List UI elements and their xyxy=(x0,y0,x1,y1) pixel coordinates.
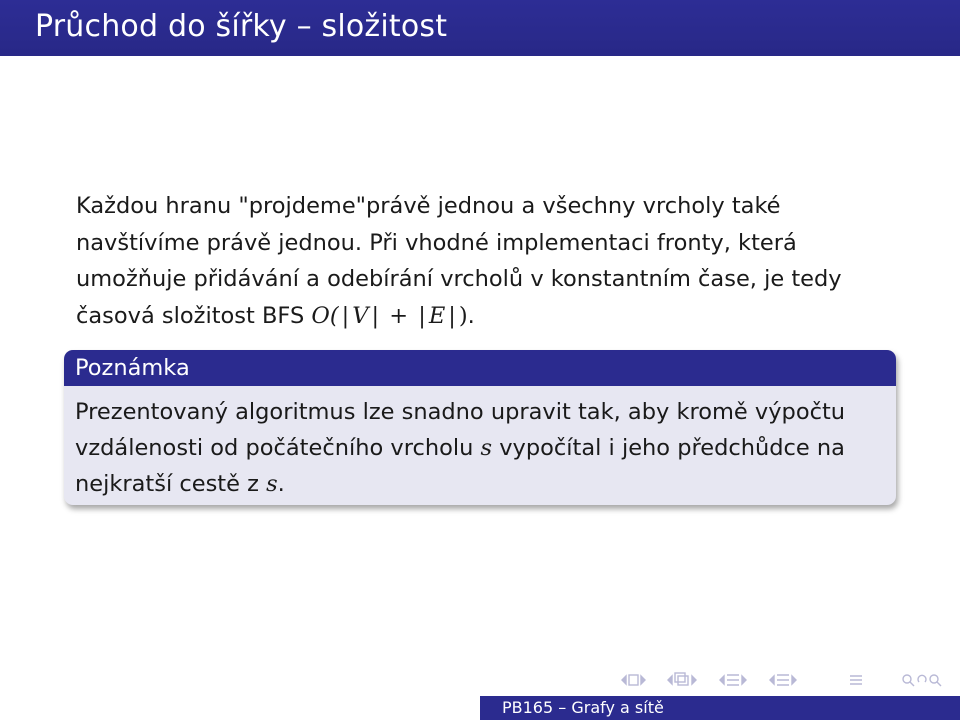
nav-align-icon[interactable] xyxy=(850,675,862,685)
note-block: Poznámka Prezentovaný algoritmus lze sna… xyxy=(64,350,896,505)
nav-search-icon[interactable] xyxy=(902,674,942,687)
nav-slide-icon[interactable] xyxy=(621,674,646,686)
frame-title: Průchod do šířky – složitost xyxy=(35,9,448,44)
nav-frame-icon[interactable] xyxy=(667,672,697,686)
navigation-symbols[interactable] xyxy=(620,670,950,690)
footer-bar: PB165 – Grafy a sítě xyxy=(480,696,960,720)
main-paragraph: Každou hranu "projdeme"právě jednou a vš… xyxy=(76,193,842,329)
complexity-formula: O(| V | + | E |) xyxy=(311,302,468,329)
note-block-title: Poznámka xyxy=(64,350,896,386)
nav-section-icon[interactable] xyxy=(769,674,797,686)
note-block-body: Prezentovaný algoritmus lze snadno uprav… xyxy=(75,399,846,497)
frame-title-bar: Průchod do šířky – složitost xyxy=(0,0,960,56)
footer-text: PB165 – Grafy a sítě xyxy=(502,698,664,717)
nav-subsection-icon[interactable] xyxy=(719,674,747,686)
